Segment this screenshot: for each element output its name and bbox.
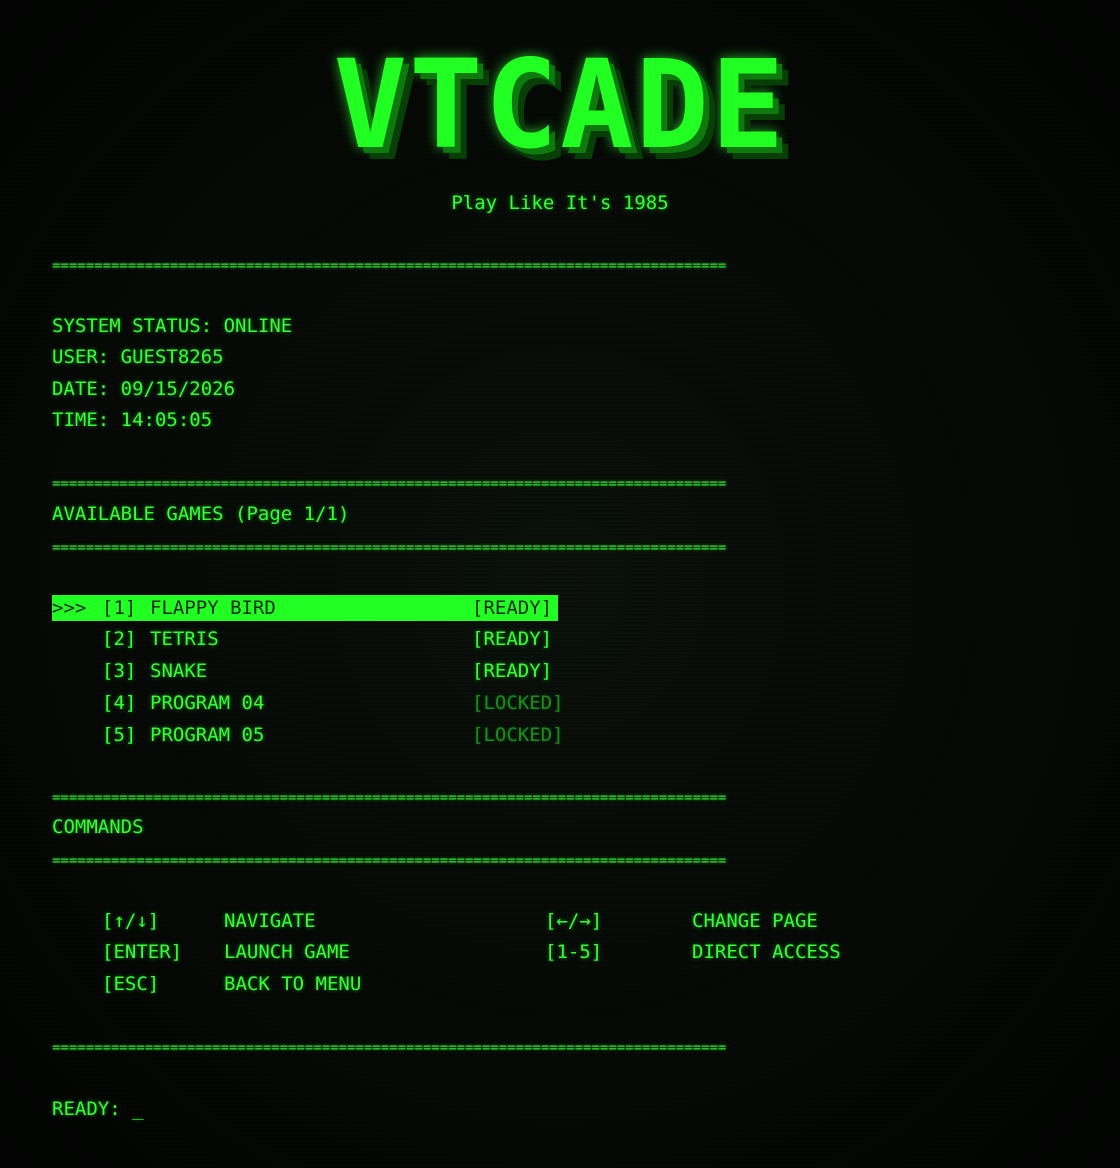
command-action-page: CHANGE PAGE [692, 910, 818, 932]
game-item-snake[interactable]: [3] SNAKE [READY] [52, 658, 552, 684]
game-number: [2] [102, 628, 137, 650]
game-number: [5] [102, 724, 137, 746]
games-section-title: AVAILABLE GAMES (Page 1/1) [52, 503, 350, 525]
terminal-screen: VTCADE Play Like It's 1985 =============… [0, 0, 1120, 1168]
tagline: Play Like It's 1985 [451, 192, 669, 214]
game-name: TETRIS [150, 628, 219, 650]
commands-section-title: COMMANDS [52, 816, 144, 838]
command-prompt[interactable]: READY: _ [52, 1097, 144, 1121]
prompt-cursor: _ [132, 1098, 144, 1120]
game-name: PROGRAM 04 [150, 692, 265, 714]
divider: ========================================… [52, 540, 727, 556]
user-info: USER: GUEST8265 [52, 346, 224, 368]
game-item-flappy-bird[interactable]: >>> [1] FLAPPY BIRD [READY] [52, 595, 558, 621]
game-status: [READY] [472, 628, 553, 650]
divider: ========================================… [52, 1040, 727, 1056]
divider: ========================================… [52, 790, 727, 806]
game-status-locked: [LOCKED] [472, 692, 564, 714]
command-action-launch: LAUNCH GAME [224, 941, 350, 963]
command-key-esc: [ESC] [102, 973, 160, 995]
game-number: [1] [102, 597, 137, 619]
time-info: TIME: 14:05:05 [52, 409, 213, 431]
divider: ========================================… [52, 853, 727, 869]
game-status: [READY] [472, 660, 553, 682]
command-action-navigate: NAVIGATE [224, 910, 316, 932]
game-item-program-04[interactable]: [4] PROGRAM 04 [LOCKED] [52, 690, 564, 716]
game-name: PROGRAM 05 [150, 724, 265, 746]
game-status: [READY] [472, 597, 553, 619]
vtcade-logo: VTCADE [333, 34, 787, 176]
date-info: DATE: 09/15/2026 [52, 378, 236, 400]
divider: ========================================… [52, 476, 727, 492]
command-key-page: [←/→] [545, 910, 603, 932]
game-number: [4] [102, 692, 137, 714]
divider: ========================================… [52, 258, 727, 274]
game-number: [3] [102, 660, 137, 682]
command-action-direct: DIRECT ACCESS [692, 941, 841, 963]
selector-arrow: >>> [52, 597, 87, 619]
command-key-navigate: [↑/↓] [102, 910, 160, 932]
game-status-locked: [LOCKED] [472, 724, 564, 746]
game-item-program-05[interactable]: [5] PROGRAM 05 [LOCKED] [52, 722, 564, 748]
prompt-label: READY: [52, 1098, 121, 1120]
system-status: SYSTEM STATUS: ONLINE [52, 315, 293, 337]
game-name: FLAPPY BIRD [150, 597, 276, 619]
command-action-back: BACK TO MENU [224, 973, 362, 995]
game-item-tetris[interactable]: [2] TETRIS [READY] [52, 626, 552, 652]
command-key-enter: [ENTER] [102, 941, 183, 963]
game-name: SNAKE [150, 660, 208, 682]
command-key-direct: [1-5] [545, 941, 603, 963]
